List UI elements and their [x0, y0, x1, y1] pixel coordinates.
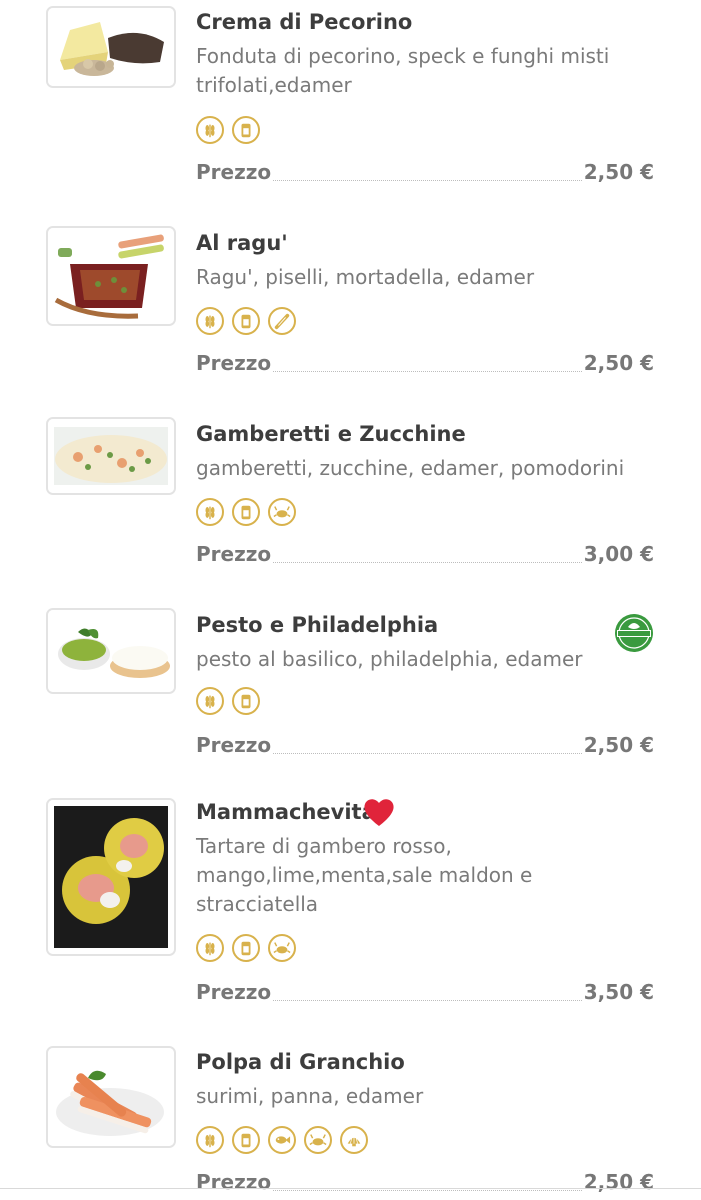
- dish-image: [46, 6, 176, 88]
- price-value: 3,00 €: [583, 542, 654, 566]
- price-row: Prezzo 2,50 €: [196, 1164, 654, 1194]
- price-label: Prezzo: [196, 351, 272, 375]
- wheat-icon: [196, 116, 224, 144]
- milk-jar-icon: [232, 687, 260, 715]
- allergen-icons: [196, 934, 296, 962]
- celery-icon: [268, 307, 296, 335]
- dish-image: [46, 226, 176, 326]
- milk-jar-icon: [232, 934, 260, 962]
- milk-jar-icon: [232, 307, 260, 335]
- price-label: Prezzo: [196, 980, 272, 1004]
- price-row: Prezzo 3,00 €: [196, 536, 654, 566]
- dotted-leader: [273, 1189, 582, 1191]
- price-row: Prezzo 3,50 €: [196, 974, 654, 1004]
- allergen-icons: [196, 307, 296, 335]
- bottom-divider: [0, 1188, 701, 1189]
- allergen-icons: [196, 116, 260, 144]
- vegetarian-badge-icon: [614, 613, 654, 653]
- price-label: Prezzo: [196, 733, 272, 757]
- price-label: Prezzo: [196, 1170, 272, 1194]
- dish-description: surimi, panna, edamer: [196, 1084, 424, 1108]
- dish-name: Mammachevita: [196, 800, 376, 824]
- dotted-leader: [273, 370, 582, 372]
- shell-icon: [340, 1126, 368, 1154]
- dish-description: Ragu', piselli, mortadella, edamer: [196, 265, 535, 289]
- dish-name-text: Mammachevita: [196, 800, 376, 824]
- heart-icon: [364, 799, 394, 826]
- dish-image: [46, 417, 176, 495]
- milk-jar-icon: [232, 116, 260, 144]
- price-value: 2,50 €: [583, 351, 654, 375]
- wheat-icon: [196, 687, 224, 715]
- dish-description: Tartare di gambero rosso, mango,lime,men…: [196, 834, 533, 916]
- price-value: 2,50 €: [583, 160, 654, 184]
- price-label: Prezzo: [196, 160, 272, 184]
- price-value: 3,50 €: [583, 980, 654, 1004]
- price-row: Prezzo 2,50 €: [196, 154, 654, 184]
- price-value: 2,50 €: [583, 733, 654, 757]
- milk-jar-icon: [232, 498, 260, 526]
- crab-icon: [304, 1126, 332, 1154]
- crab-icon: [268, 934, 296, 962]
- dish-image: [46, 1046, 176, 1148]
- dish-image: [46, 798, 176, 956]
- dotted-leader: [273, 179, 582, 181]
- dotted-leader: [273, 999, 582, 1001]
- allergen-icons: [196, 1126, 368, 1154]
- dish-name: Crema di Pecorino: [196, 10, 413, 34]
- dish-description: pesto al basilico, philadelphia, edamer: [196, 647, 583, 671]
- price-label: Prezzo: [196, 542, 272, 566]
- wheat-icon: [196, 1126, 224, 1154]
- crab-icon: [268, 498, 296, 526]
- price-row: Prezzo 2,50 €: [196, 345, 654, 375]
- dotted-leader: [273, 752, 582, 754]
- wheat-icon: [196, 307, 224, 335]
- dish-image: [46, 608, 176, 694]
- allergen-icons: [196, 498, 296, 526]
- dish-name: Al ragu': [196, 231, 288, 255]
- fish-icon: [268, 1126, 296, 1154]
- wheat-icon: [196, 498, 224, 526]
- price-value: 2,50 €: [583, 1170, 654, 1194]
- price-row: Prezzo 2,50 €: [196, 727, 654, 757]
- dotted-leader: [273, 561, 582, 563]
- dish-name: Gamberetti e Zucchine: [196, 422, 466, 446]
- dish-name: Pesto e Philadelphia: [196, 613, 439, 637]
- milk-jar-icon: [232, 1126, 260, 1154]
- dish-name: Polpa di Granchio: [196, 1050, 405, 1074]
- wheat-icon: [196, 934, 224, 962]
- dish-description: Fonduta di pecorino, speck e funghi mist…: [196, 44, 610, 97]
- dish-description: gamberetti, zucchine, edamer, pomodorini: [196, 456, 625, 480]
- allergen-icons: [196, 687, 260, 715]
